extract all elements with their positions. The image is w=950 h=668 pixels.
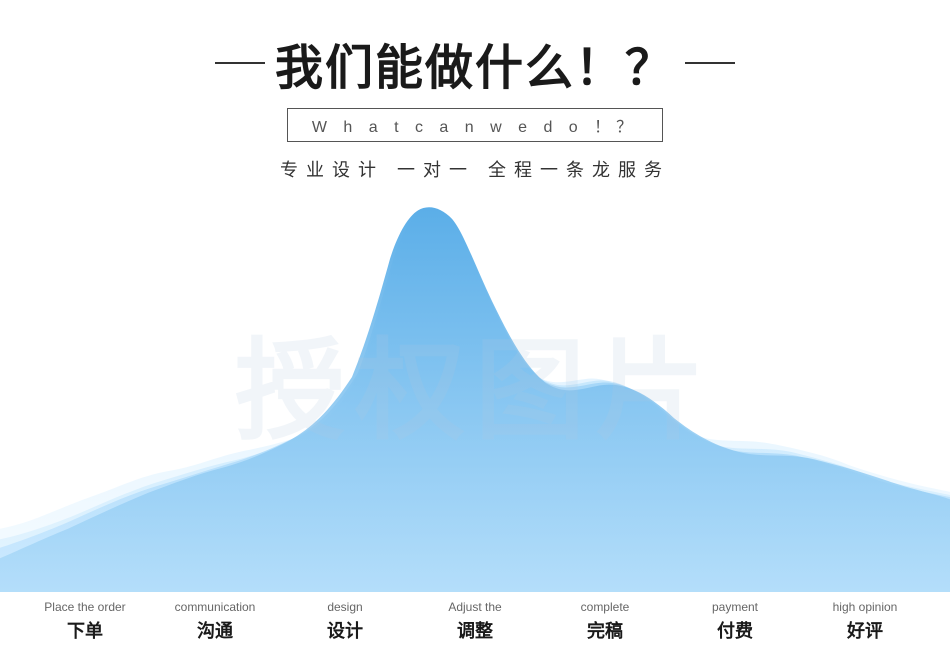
title-line-left xyxy=(215,62,265,64)
wave-chart xyxy=(0,202,950,592)
step-en-7: high opinion xyxy=(833,600,898,614)
step-en-3: design xyxy=(327,600,362,614)
step-zh-5: 完稿 xyxy=(587,617,623,643)
subtitle-box: W h a t c a n w e d o ！？ xyxy=(287,108,663,142)
step-zh-6: 付费 xyxy=(717,617,753,643)
step-zh-2: 沟通 xyxy=(197,617,233,643)
step-zh-7: 好评 xyxy=(847,617,883,643)
steps-row: Place the order 下单 communication 沟通 design 设计… xyxy=(0,600,950,643)
step-en-1: Place the order xyxy=(44,600,125,614)
step-1: Place the order 下单 xyxy=(30,600,140,643)
step-4: Adjust the 调整 xyxy=(420,600,530,643)
chart-area: 授权图片 xyxy=(0,202,950,592)
step-en-2: communication xyxy=(175,600,256,614)
step-2: communication 沟通 xyxy=(160,600,270,643)
step-en-5: complete xyxy=(581,600,630,614)
step-zh-3: 设计 xyxy=(327,617,363,643)
step-zh-4: 调整 xyxy=(457,617,493,643)
step-3: design 设计 xyxy=(290,600,400,643)
step-7: high opinion 好评 xyxy=(810,600,920,643)
description: 专业设计 一对一 全程一条龙服务 xyxy=(0,156,950,182)
step-6: payment 付费 xyxy=(680,600,790,643)
main-title-wrap: 我们能做什么！？ xyxy=(0,28,950,98)
step-en-6: payment xyxy=(712,600,758,614)
step-en-4: Adjust the xyxy=(448,600,501,614)
title-line-right xyxy=(685,62,735,64)
subtitle: W h a t c a n w e d o ！？ xyxy=(312,119,638,136)
step-5: complete 完稿 xyxy=(550,600,660,643)
main-title: 我们能做什么！？ xyxy=(275,28,675,98)
step-zh-1: 下单 xyxy=(67,617,103,643)
header-section: 我们能做什么！？ W h a t c a n w e d o ！？ 专业设计 一… xyxy=(0,0,950,182)
